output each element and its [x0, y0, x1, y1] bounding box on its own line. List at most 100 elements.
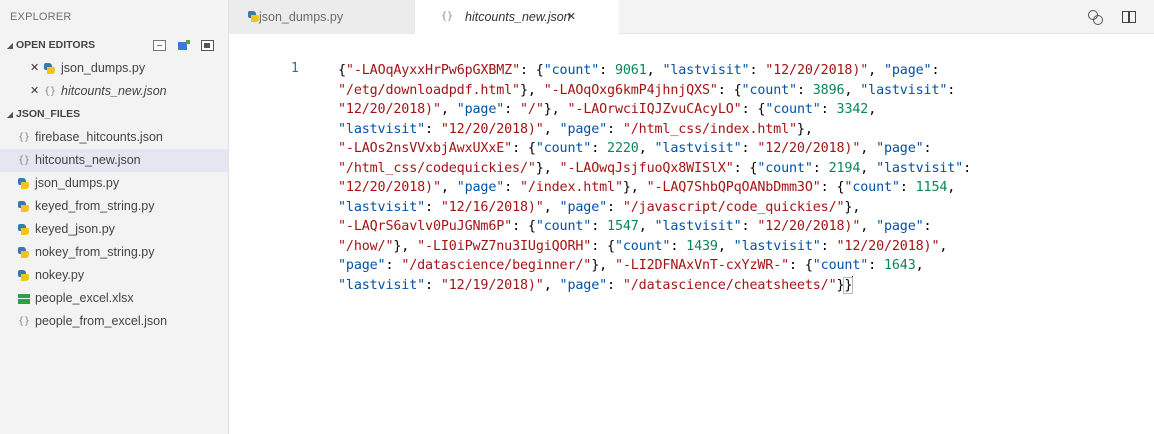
punctuation-token: , — [860, 219, 877, 234]
punctuation-token: : — [741, 219, 758, 234]
close-icon[interactable]: ✕ — [30, 57, 44, 80]
file-label: keyed_from_string.py — [35, 199, 155, 213]
collapse-all-icon[interactable] — [153, 40, 166, 51]
file-item[interactable]: people_excel.xlsx — [0, 287, 228, 310]
open-editor-item-json-dumps[interactable]: ✕ json_dumps.py — [0, 57, 228, 80]
line-number: 1 — [291, 61, 299, 76]
key-token: "lastvisit" — [876, 160, 964, 176]
string-token: "-LAQrS6avlv0PuJGNm6P" — [338, 219, 513, 234]
punctuation-token: }, — [543, 102, 568, 117]
close-icon[interactable]: ✕ — [30, 80, 44, 103]
string-token: "/javascript/code_quickies/" — [622, 199, 845, 215]
file-item[interactable]: nokey_from_string.py — [0, 241, 228, 264]
punctuation-token: : { — [591, 238, 615, 254]
save-all-icon[interactable] — [177, 40, 190, 51]
file-label: json_dumps.py — [35, 176, 120, 190]
explorer-title: EXPLORER — [10, 11, 72, 23]
string-token: "12/20/2018)" — [836, 238, 940, 254]
string-token: "/index.html" — [520, 180, 623, 195]
punctuation-token: , — [638, 219, 655, 234]
code-line: "-LAOs2nsVVxbjAwxUXxE": {"count": 2220, … — [338, 139, 1150, 159]
punctuation-token: : { — [519, 63, 544, 78]
punctuation-token: : { — [820, 180, 845, 195]
punctuation-token: }, — [796, 121, 813, 137]
open-changes-icon[interactable] — [1088, 10, 1103, 25]
key-token: "count" — [535, 141, 592, 156]
string-token: "/" — [520, 102, 544, 117]
string-token: "12/16/2018)" — [440, 199, 544, 215]
punctuation-token: , — [947, 180, 956, 195]
json-icon: {} — [441, 11, 454, 22]
open-editor-label: hitcounts_new.json — [61, 84, 167, 98]
file-item-selected[interactable]: {} hitcounts_new.json — [0, 149, 228, 172]
number-token: 9061 — [614, 63, 647, 78]
tab-label: hitcounts_new.json — [465, 10, 571, 24]
open-editors-header[interactable]: ◢ OPEN EDITORS — [0, 34, 228, 57]
python-icon — [18, 201, 29, 212]
key-token: "count" — [614, 238, 671, 254]
editor-actions — [1088, 0, 1154, 34]
python-icon — [18, 247, 29, 258]
string-token: "-LAQ7ShbQPqOANbDmm3O" — [646, 180, 821, 195]
punctuation-token: : — [812, 160, 829, 176]
string-token: "12/20/2018)" — [757, 141, 861, 156]
json-icon: {} — [18, 132, 31, 143]
file-item[interactable]: json_dumps.py — [0, 172, 228, 195]
code-editor[interactable]: 1 {"-LAOqAyxxHrPw6pGXBMZ": {"count": 906… — [229, 34, 1154, 434]
file-item[interactable]: keyed_from_string.py — [0, 195, 228, 218]
key-token: "lastvisit" — [860, 82, 948, 98]
code-line: "/how/"}, "-LI0iPwZ7nu3IUgiQORH": {"coun… — [338, 237, 1150, 257]
punctuation-token: : — [607, 277, 623, 293]
open-editor-item-hitcounts-new[interactable]: ✕ {} hitcounts_new.json — [0, 80, 228, 103]
punctuation-token: , — [844, 82, 861, 98]
string-token: "-LAOqAyxxHrPw6pGXBMZ" — [345, 63, 520, 78]
key-token: "page" — [876, 219, 924, 234]
key-token: "lastvisit" — [654, 219, 742, 234]
code-content[interactable]: {"-LAOqAyxxHrPw6pGXBMZ": {"count": 9061,… — [338, 61, 1150, 295]
punctuation-token: : — [931, 63, 940, 78]
string-token: "-LAOrwciIQJZvuCAcyLO" — [567, 102, 742, 117]
key-token: "page" — [559, 199, 608, 215]
file-label: people_from_excel.json — [35, 314, 168, 328]
punctuation-token: , — [440, 102, 457, 117]
punctuation-token: , — [638, 141, 655, 156]
file-item[interactable]: nokey.py — [0, 264, 228, 287]
punctuation-token: , — [860, 141, 877, 156]
split-editor-icon[interactable] — [1122, 11, 1136, 23]
key-token: "lastvisit" — [733, 238, 821, 254]
code-line: "12/20/2018)", "page": "/"}, "-LAOrwciIQ… — [338, 100, 1150, 120]
file-label: nokey_from_string.py — [35, 245, 155, 259]
punctuation-token: : — [504, 180, 520, 195]
code-line: "lastvisit": "12/16/2018)", "page": "/ja… — [338, 198, 1150, 218]
punctuation-token: , — [939, 238, 948, 254]
key-token: "page" — [456, 180, 505, 195]
punctuation-token: : — [899, 180, 916, 195]
string-token: "12/20/2018)" — [338, 180, 441, 195]
open-editors-label: OPEN EDITORS — [16, 39, 96, 51]
close-all-icon[interactable] — [201, 40, 214, 51]
json-icon: {} — [18, 155, 31, 166]
string-token: "/html_css/index.html" — [622, 121, 797, 137]
string-token: "/datascience/beginner/" — [401, 258, 592, 273]
key-token: "count" — [543, 63, 600, 78]
punctuation-token: : { — [717, 82, 742, 98]
folder-header[interactable]: ◢ JSON_FILES — [0, 103, 228, 126]
string-token: "-LAOwqJsjfuoQx8WISlX" — [559, 160, 734, 176]
tab-label: json_dumps.py — [259, 10, 344, 24]
key-token: "count" — [812, 258, 869, 273]
punctuation-token: , — [860, 160, 877, 176]
file-item[interactable]: {} people_from_excel.json — [0, 310, 228, 333]
punctuation-token: , — [440, 180, 457, 195]
key-token: "page" — [559, 121, 608, 137]
string-token: "/how/" — [338, 238, 394, 254]
close-icon[interactable]: ✕ — [567, 0, 576, 34]
file-item[interactable]: {} firebase_hitcounts.json — [0, 126, 228, 149]
punctuation-token: : — [820, 102, 837, 117]
key-token: "page" — [456, 102, 505, 117]
file-item[interactable]: keyed_json.py — [0, 218, 228, 241]
tab-hitcounts-new[interactable]: {} hitcounts_new.json ✕ — [415, 0, 619, 34]
tab-json-dumps[interactable]: json_dumps.py — [229, 0, 415, 34]
string-token: "/etg/downloadpdf.html" — [338, 82, 520, 98]
number-token: 3896 — [812, 82, 845, 98]
code-line: "/etg/downloadpdf.html"}, "-LAOqOxg6kmP4… — [338, 81, 1150, 101]
